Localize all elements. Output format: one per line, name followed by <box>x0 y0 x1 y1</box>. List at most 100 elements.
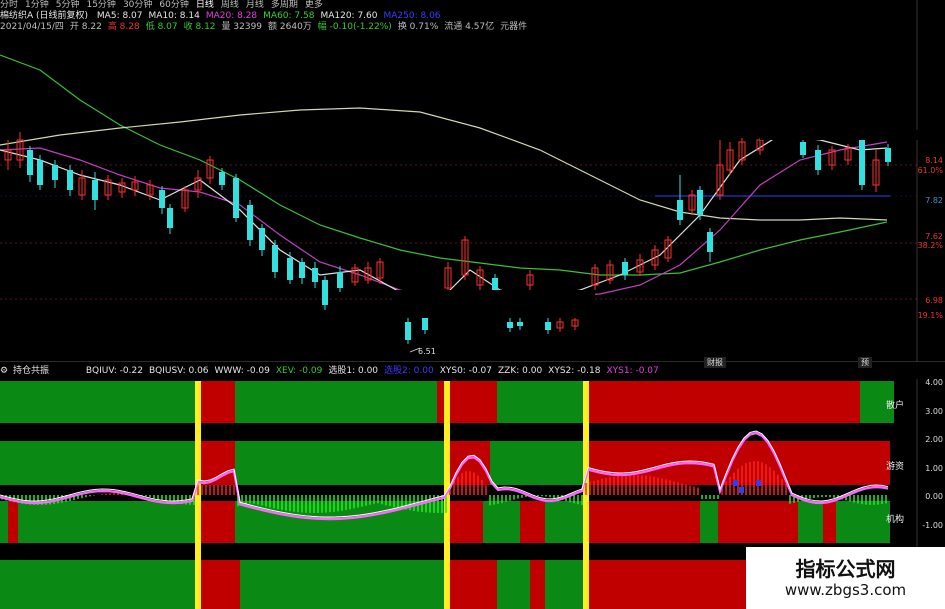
candle-body <box>299 262 305 278</box>
indicator-value: WWW: -0.09 <box>214 366 270 376</box>
bottom-band <box>198 560 240 609</box>
indicator-value: XYS2: -0.18 <box>548 366 601 376</box>
indicator-axis-label: 0.00 <box>925 492 943 501</box>
institution-band <box>447 501 483 543</box>
price-axis-label: 61.0% <box>917 166 943 175</box>
candle-body <box>312 268 318 282</box>
indicator-value: BQIUSV: 0.06 <box>148 366 209 376</box>
candle-body <box>37 160 43 185</box>
institution-band <box>798 501 823 543</box>
candle-body <box>405 322 411 340</box>
institution-band <box>0 501 8 543</box>
indicator-value: XYS0: -0.07 <box>439 366 492 376</box>
candle-body <box>52 165 58 180</box>
candle-body <box>622 262 628 275</box>
low-price-mark: 6.51 <box>418 347 436 356</box>
retail-band <box>447 381 497 423</box>
candle-body <box>859 140 865 185</box>
ma5-line <box>0 134 888 301</box>
candle-body <box>27 150 33 175</box>
candle-body <box>259 228 265 250</box>
candle-body <box>287 258 293 280</box>
candle-body <box>507 322 513 328</box>
ma20-line <box>0 141 888 301</box>
institution-band <box>700 501 718 543</box>
institution-band <box>545 501 586 543</box>
institution-band <box>8 501 18 543</box>
retail-band <box>586 381 860 423</box>
band-label-retail: 散户 <box>886 401 905 411</box>
candle-body <box>159 190 165 208</box>
indicator-axis-label: 3.00 <box>925 406 943 416</box>
candle-body <box>815 150 821 170</box>
retail-band <box>0 381 198 423</box>
ma60-line <box>0 54 888 276</box>
institution-band <box>198 501 235 543</box>
institution-band <box>718 501 798 543</box>
bottom-band <box>497 560 530 609</box>
event-label-forecast[interactable]: 预 <box>858 357 872 368</box>
candle-body <box>707 232 713 252</box>
marker-dot <box>733 480 738 486</box>
candle-body <box>337 272 343 288</box>
watermark-url: www.zbgs3.com <box>784 581 907 599</box>
candle-body <box>219 172 225 185</box>
band-label-hotmoney: 游资 <box>886 462 905 472</box>
bottom-band <box>586 560 746 609</box>
bottom-band <box>545 560 586 609</box>
price-axis-label: 38.2% <box>917 241 943 250</box>
candle-body <box>322 280 328 305</box>
hotmoney-band <box>0 441 198 485</box>
institution-band <box>823 501 836 543</box>
institution-band <box>235 501 447 543</box>
candle-body <box>67 170 73 190</box>
candle-body <box>677 200 683 220</box>
candle-body <box>92 180 98 200</box>
gear-icon[interactable]: ⚙ <box>0 366 8 376</box>
bottom-band <box>0 560 198 609</box>
indicator-axis-label: 4.00 <box>925 378 943 387</box>
indicator-header: ⚙ 持仓共振 BQIUV: -0.22 BQIUSV: 0.06 WWW: -0.0… <box>0 366 665 377</box>
institution-band <box>836 501 890 543</box>
watermark-title: 指标公式网 <box>795 557 896 581</box>
candle-body <box>800 142 806 155</box>
indicator-axis-label: 2.00 <box>925 435 943 444</box>
institution-band <box>483 501 520 543</box>
candle-body <box>167 208 173 228</box>
candle-body <box>517 322 523 326</box>
retail-band <box>235 381 437 423</box>
candle-body <box>233 178 239 218</box>
price-axis-label: 7.82 <box>925 196 943 205</box>
bottom-band <box>240 560 447 609</box>
marker-dot <box>756 480 761 486</box>
indicator-value: ZZK: 0.00 <box>498 366 543 376</box>
mask <box>760 130 920 140</box>
institution-band <box>18 501 198 543</box>
band-label-institution: 机构 <box>886 515 905 525</box>
indicator-value: BQIUV: -0.22 <box>85 366 143 376</box>
event-label-report[interactable]: 财报 <box>704 357 726 368</box>
watermark-logo: 指标公式网 www.zbgs3.com <box>746 547 945 609</box>
indicator-value: 选股2: 0.00 <box>384 366 434 376</box>
ma120-line <box>0 107 888 221</box>
indicator-value: XYS1: -0.07 <box>606 366 659 376</box>
candle-body <box>247 205 253 240</box>
indicator-name[interactable]: 持仓共振 <box>13 366 49 376</box>
indicator-value: 选股1: 0.00 <box>328 366 379 376</box>
institution-band <box>586 501 700 543</box>
candle-body <box>697 190 703 215</box>
candlestick-chart[interactable] <box>0 0 945 362</box>
bottom-band <box>530 560 545 609</box>
mask <box>395 290 595 318</box>
institution-band <box>520 501 545 543</box>
candle-body <box>545 322 551 330</box>
candle-body <box>272 245 278 272</box>
price-axis-label: 8.14 <box>925 156 943 165</box>
indicator-axis-label: 1.00 <box>925 463 943 473</box>
retail-band <box>497 381 586 423</box>
marker-dot <box>739 487 744 493</box>
hotmoney-band <box>235 441 447 485</box>
price-axis-label: 7.62 <box>925 232 943 241</box>
candle-body <box>492 278 498 290</box>
hotmoney-band <box>490 441 586 485</box>
